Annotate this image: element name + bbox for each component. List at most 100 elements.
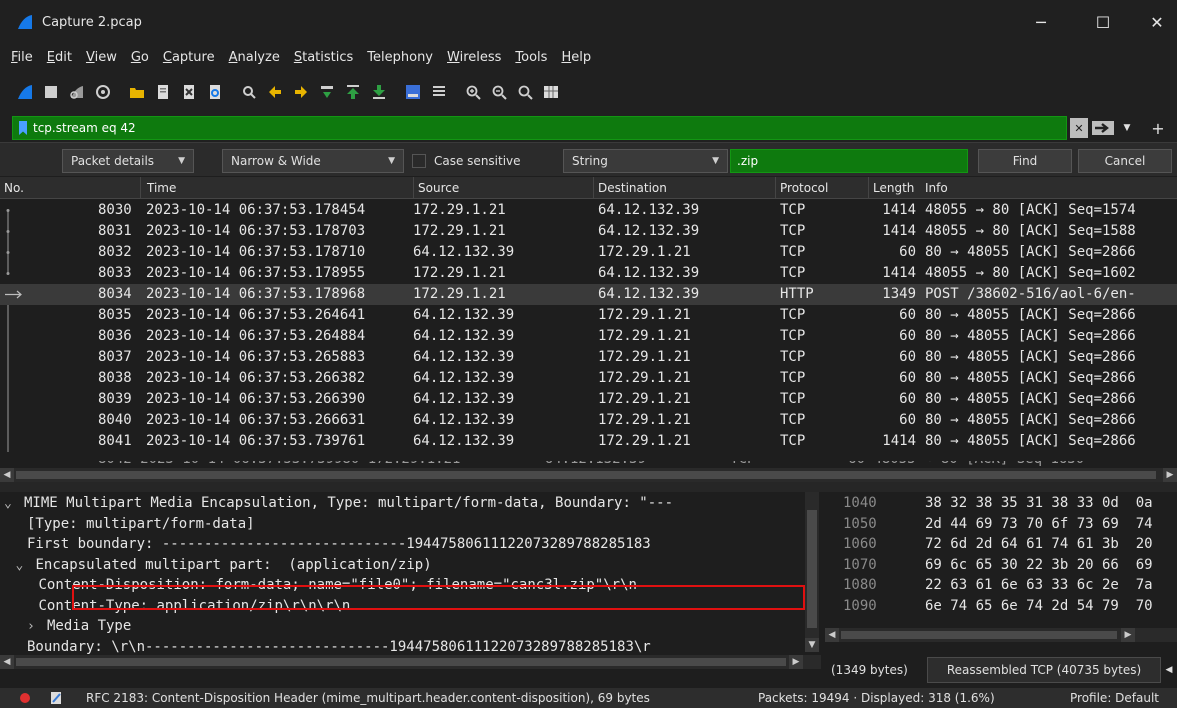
scroll-right-icon[interactable]: ▶ xyxy=(1163,468,1177,482)
autoscroll-icon[interactable] xyxy=(402,81,424,103)
capture-comment-icon[interactable] xyxy=(50,691,62,705)
search-in-select[interactable]: Packet details ▼ xyxy=(62,149,194,173)
frame-bytes-tab[interactable]: (1349 bytes) xyxy=(825,657,914,683)
table-row[interactable]: 8036 2023-10-14 06:37:53.264884 64.12.132.… xyxy=(0,326,1177,347)
apply-filter-icon[interactable] xyxy=(1090,118,1116,138)
menu-item[interactable]: Help xyxy=(554,50,598,65)
scroll-left-icon[interactable]: ◀ xyxy=(0,468,14,482)
go-last-icon[interactable] xyxy=(368,81,390,103)
go-back-icon[interactable] xyxy=(264,81,286,103)
go-forward-icon[interactable] xyxy=(290,81,312,103)
expanded-arrow-icon[interactable]: ⌄ xyxy=(4,493,24,514)
character-width-select[interactable]: Narrow & Wide ▼ xyxy=(222,149,404,173)
bookmark-icon[interactable] xyxy=(19,121,27,135)
table-row[interactable]: 8030 2023-10-14 06:37:53.178454 172.29.1.2… xyxy=(0,200,1177,221)
menu-item[interactable]: Analyze xyxy=(222,50,287,65)
search-type-select[interactable]: String ▼ xyxy=(563,149,728,173)
profile-text[interactable]: Profile: Default xyxy=(1070,688,1159,708)
detail-tree-item[interactable]: ⌄ MIME Multipart Media Encapsulation, Typ… xyxy=(4,493,673,514)
scrollbar-thumb[interactable] xyxy=(841,631,1117,639)
open-file-icon[interactable] xyxy=(126,81,148,103)
detail-tree-item[interactable]: › Media Type xyxy=(27,616,131,637)
add-filter-button[interactable]: + xyxy=(1150,118,1166,138)
menu-item[interactable]: File xyxy=(4,50,40,65)
detail-tree-item[interactable]: First boundary: ------------------------… xyxy=(27,534,651,555)
column-header-source[interactable]: Source xyxy=(413,177,593,199)
table-row[interactable]: 8033 2023-10-14 06:37:53.178955 172.29.1.2… xyxy=(0,263,1177,284)
table-row[interactable]: 8032 2023-10-14 06:37:53.178710 64.12.132.… xyxy=(0,242,1177,263)
scroll-left-icon[interactable]: ◀ xyxy=(0,655,14,669)
details-horizontal-scrollbar[interactable]: ◀ ▶ xyxy=(0,655,821,669)
pane-splitter[interactable] xyxy=(0,482,1177,492)
go-to-packet-icon[interactable] xyxy=(316,81,338,103)
collapsed-arrow-icon[interactable]: › xyxy=(27,616,47,637)
table-row[interactable]: 8041 2023-10-14 06:37:53.739761 64.12.132.… xyxy=(0,431,1177,452)
scrollbar-thumb[interactable] xyxy=(807,510,817,628)
maximize-button[interactable]: ☐ xyxy=(1080,0,1126,44)
column-header-length[interactable]: Length xyxy=(868,177,924,199)
column-header-time[interactable]: Time xyxy=(140,177,413,199)
search-value-input[interactable]: .zip xyxy=(730,149,968,173)
scroll-left-icon[interactable]: ◀ xyxy=(825,628,839,642)
stop-capture-icon[interactable] xyxy=(40,81,62,103)
scroll-right-icon[interactable]: ▶ xyxy=(789,655,803,669)
filter-dropdown-icon[interactable]: ▼ xyxy=(1120,118,1134,138)
details-vertical-scrollbar[interactable]: ▼ xyxy=(805,492,819,652)
find-packet-icon[interactable] xyxy=(238,81,260,103)
scrollbar-thumb[interactable] xyxy=(16,471,1156,479)
scroll-right-icon[interactable]: ▶ xyxy=(1121,628,1135,642)
menu-item[interactable]: Wireless xyxy=(440,50,508,65)
scroll-down-icon[interactable]: ▼ xyxy=(805,638,819,652)
table-row[interactable]: 8031 2023-10-14 06:37:53.178703 172.29.1.2… xyxy=(0,221,1177,242)
menu-item[interactable]: Statistics xyxy=(287,50,360,65)
column-header-info[interactable]: Info xyxy=(921,177,1177,199)
packet-list-horizontal-scrollbar[interactable]: ◀ ▶ xyxy=(0,468,1177,482)
scrollbar-thumb[interactable] xyxy=(16,658,786,666)
zoom-in-icon[interactable] xyxy=(462,81,484,103)
restart-capture-icon[interactable] xyxy=(66,81,88,103)
column-header-destination[interactable]: Destination xyxy=(593,177,775,199)
colorize-icon[interactable] xyxy=(428,81,450,103)
cell-time: 2023-10-14 06:37:53.739761 xyxy=(146,433,366,449)
menu-item[interactable]: Telephony xyxy=(360,50,440,65)
menu-item[interactable]: Go xyxy=(124,50,156,65)
expert-info-icon[interactable] xyxy=(20,693,30,703)
detail-tree-item[interactable]: ⌄ Encapsulated multipart part: (applicati… xyxy=(16,555,432,576)
save-file-icon[interactable] xyxy=(152,81,174,103)
table-row[interactable]: 8038 2023-10-14 06:37:53.266382 64.12.132.… xyxy=(0,368,1177,389)
minimize-button[interactable]: ─ xyxy=(1018,0,1064,44)
zoom-out-icon[interactable] xyxy=(488,81,510,103)
column-header-protocol[interactable]: Protocol xyxy=(775,177,868,199)
table-row[interactable]: 8039 2023-10-14 06:37:53.266390 64.12.132.… xyxy=(0,389,1177,410)
reassembled-tcp-tab[interactable]: Reassembled TCP (40735 bytes) xyxy=(927,657,1161,683)
clear-filter-icon[interactable]: ✕ xyxy=(1070,118,1088,138)
start-capture-icon[interactable] xyxy=(14,81,36,103)
cell-src: 64.12.132.39 xyxy=(413,391,515,407)
reload-file-icon[interactable] xyxy=(204,81,226,103)
expanded-arrow-icon[interactable]: ⌄ xyxy=(16,555,36,576)
column-header-no[interactable]: No. xyxy=(0,177,140,199)
table-row[interactable]: 8040 2023-10-14 06:37:53.266631 64.12.132.… xyxy=(0,410,1177,431)
capture-options-icon[interactable] xyxy=(92,81,114,103)
go-first-icon[interactable] xyxy=(342,81,364,103)
table-row[interactable]: 8035 2023-10-14 06:37:53.264641 64.12.132.… xyxy=(0,305,1177,326)
zoom-normal-icon[interactable] xyxy=(514,81,536,103)
menu-item[interactable]: Edit xyxy=(40,50,79,65)
menu-item[interactable]: Tools xyxy=(508,50,554,65)
cell-no: 8032 xyxy=(98,244,132,260)
case-sensitive-checkbox[interactable] xyxy=(412,149,426,173)
menu-accelerator: S xyxy=(293,49,303,65)
table-row[interactable]: 8037 2023-10-14 06:37:53.265883 64.12.132.… xyxy=(0,347,1177,368)
detail-tree-item[interactable]: [Type: multipart/form-data] xyxy=(27,514,255,535)
tab-scroll-left-icon[interactable]: ◀ xyxy=(1161,657,1177,683)
cancel-button[interactable]: Cancel xyxy=(1078,149,1172,173)
resize-columns-icon[interactable] xyxy=(540,81,562,103)
find-button[interactable]: Find xyxy=(978,149,1072,173)
bytes-horizontal-scrollbar[interactable]: ◀ ▶ xyxy=(825,628,1177,642)
close-file-icon[interactable] xyxy=(178,81,200,103)
display-filter-input[interactable]: tcp.stream eq 42 xyxy=(12,116,1067,140)
menu-item[interactable]: Capture xyxy=(156,50,222,65)
close-button[interactable]: ✕ xyxy=(1134,0,1177,44)
table-row-selected[interactable]: 8034 2023-10-14 06:37:53.178968 172.29.1.2… xyxy=(0,284,1177,305)
menu-item[interactable]: View xyxy=(79,50,124,65)
